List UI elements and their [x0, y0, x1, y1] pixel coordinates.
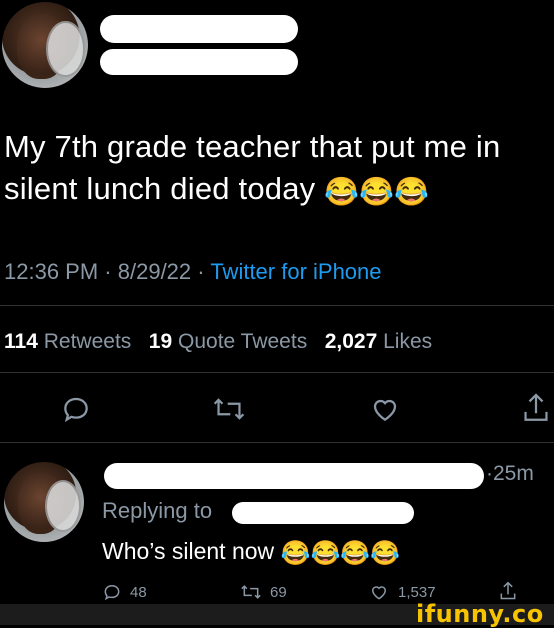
share-button[interactable] [520, 391, 552, 425]
likes-stat[interactable]: 2,027 Likes [325, 330, 432, 353]
retweet-icon [241, 585, 261, 599]
meta-separator: · [104, 259, 112, 284]
reply-author-avatar[interactable] [4, 462, 84, 542]
author-handle-redacted[interactable] [100, 49, 298, 75]
like-button[interactable] [368, 393, 402, 425]
meta-separator: · [486, 462, 493, 485]
quotes-label: Quote Tweets [178, 330, 308, 353]
reply-age-wrap: ·25m [486, 462, 534, 486]
laughing-emoji: 😂 [324, 176, 360, 207]
laughing-emoji: 😂 [370, 540, 401, 567]
author-avatar[interactable] [2, 2, 88, 88]
meta-separator: · [197, 259, 205, 284]
laughing-emoji: 😂 [394, 176, 430, 207]
tweet-meta: 12:36 PM · 8/29/22 · Twitter for iPhone [4, 259, 382, 285]
quotes-stat[interactable]: 19 Quote Tweets [149, 330, 307, 353]
retweet-icon [213, 398, 245, 420]
reply-like-count: 1,537 [398, 583, 436, 601]
reply-retweet-button[interactable]: 69 [240, 582, 287, 602]
laughing-emoji: 😂 [359, 176, 395, 207]
reply-text: Who’s silent now 😂😂😂😂 [102, 538, 400, 568]
retweets-count: 114 [4, 330, 38, 353]
likes-count: 2,027 [324, 330, 378, 353]
reply-body: Who’s silent now [102, 538, 275, 564]
tweet-time: 12:36 PM [4, 259, 99, 284]
laughing-emoji: 😂 [340, 540, 371, 567]
share-icon [524, 393, 548, 421]
tweet-stats: 114 Retweets 19 Quote Tweets 2,027 Likes [4, 330, 432, 354]
heart-icon [373, 399, 397, 421]
reply-author-name-redacted[interactable] [104, 463, 484, 489]
quotes-count: 19 [148, 330, 173, 353]
replying-to-handle-redacted[interactable] [232, 502, 414, 524]
reply-icon [64, 397, 88, 423]
reply-age[interactable]: 25m [493, 462, 534, 485]
tweet-text: My 7th grade teacher that put me in sile… [4, 126, 549, 213]
retweets-label: Retweets [43, 330, 132, 353]
author-name-redacted[interactable] [100, 15, 298, 43]
replying-to-label: Replying to [102, 498, 213, 523]
divider [0, 372, 554, 373]
reply-icon [104, 584, 120, 601]
reply-retweet-count: 69 [270, 583, 287, 601]
divider [0, 305, 554, 306]
reply-like-button[interactable]: 1,537 [368, 582, 436, 602]
tweet-date[interactable]: 8/29/22 [118, 259, 191, 284]
share-icon [500, 581, 516, 600]
retweets-stat[interactable]: 114 Retweets [4, 330, 131, 353]
replying-to-line: Replying to [102, 498, 212, 524]
laughing-emoji: 😂 [280, 540, 311, 567]
laughing-emoji: 😂 [310, 540, 341, 567]
reply-share-button[interactable] [498, 580, 518, 602]
likes-label: Likes [383, 330, 433, 353]
ifunny-watermark: ifunny.co [416, 600, 544, 628]
heart-icon [371, 586, 387, 600]
avatar-seal [44, 479, 81, 532]
divider [0, 442, 554, 443]
reply-reply-count: 48 [130, 583, 147, 601]
tweet-source-link[interactable]: Twitter for iPhone [210, 259, 381, 284]
avatar-seal [46, 20, 85, 77]
retweet-button[interactable] [212, 393, 246, 425]
reply-button[interactable] [60, 393, 92, 425]
reply-reply-button[interactable]: 48 [102, 582, 147, 602]
